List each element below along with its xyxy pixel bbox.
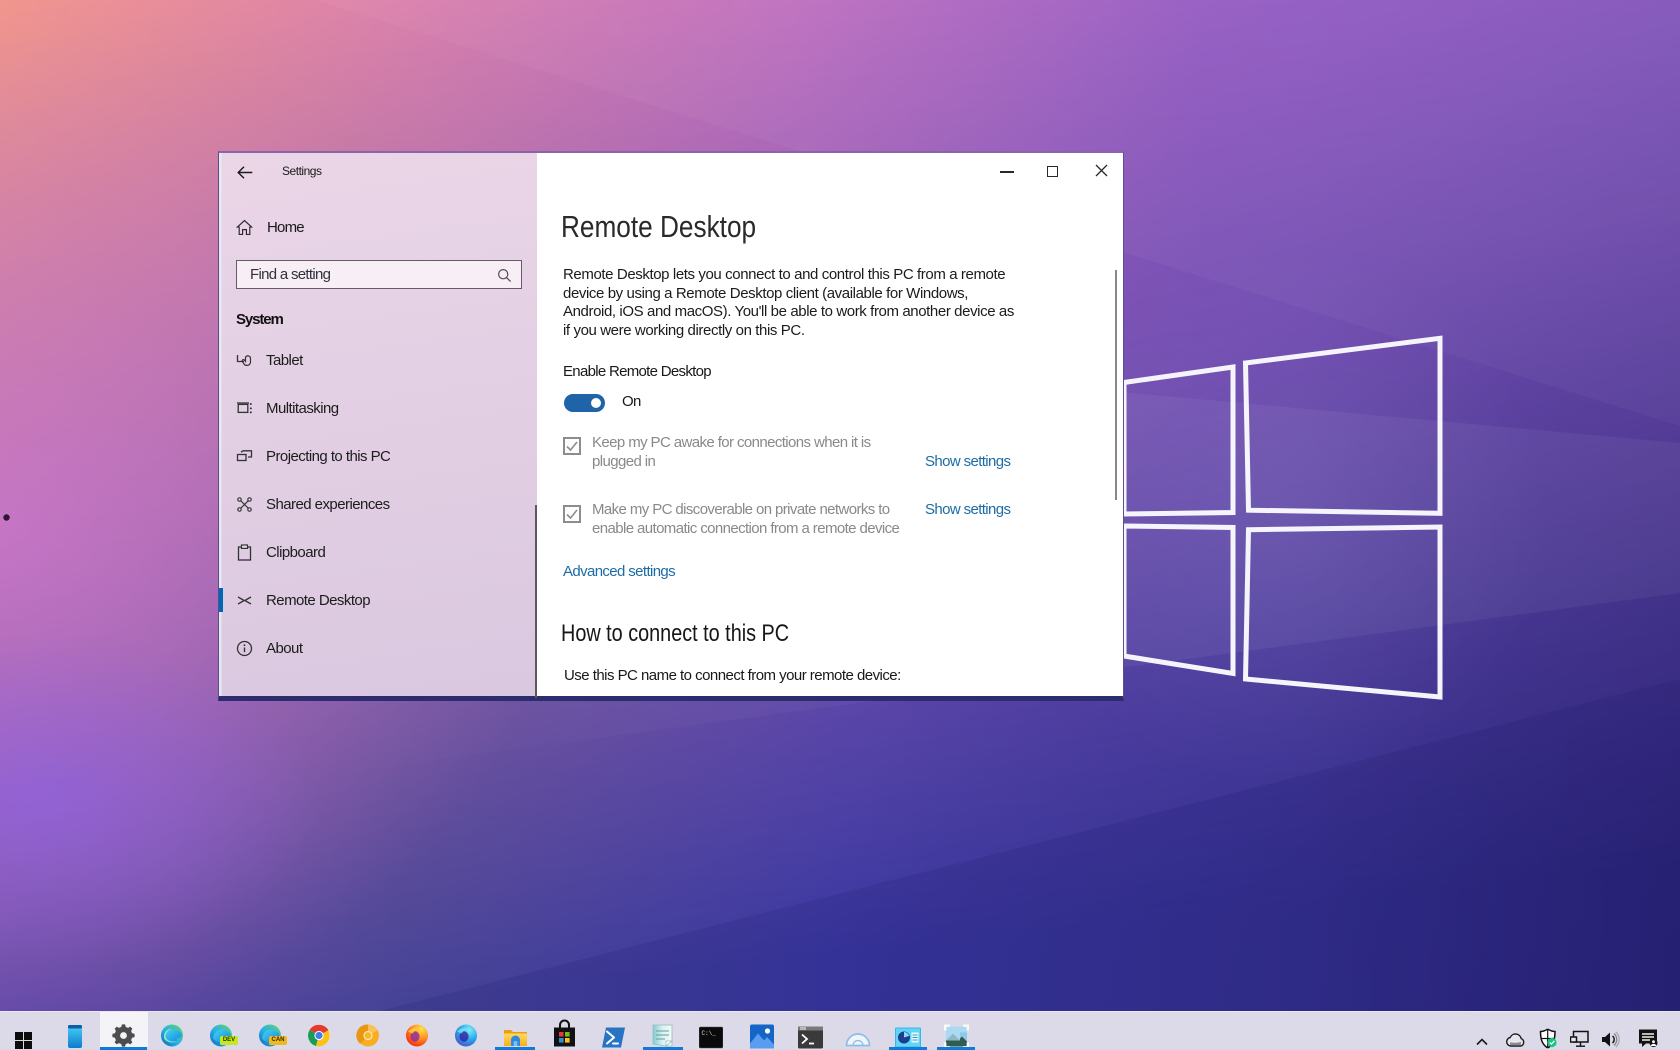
svg-text:C:\_: C:\_ xyxy=(702,1030,717,1037)
